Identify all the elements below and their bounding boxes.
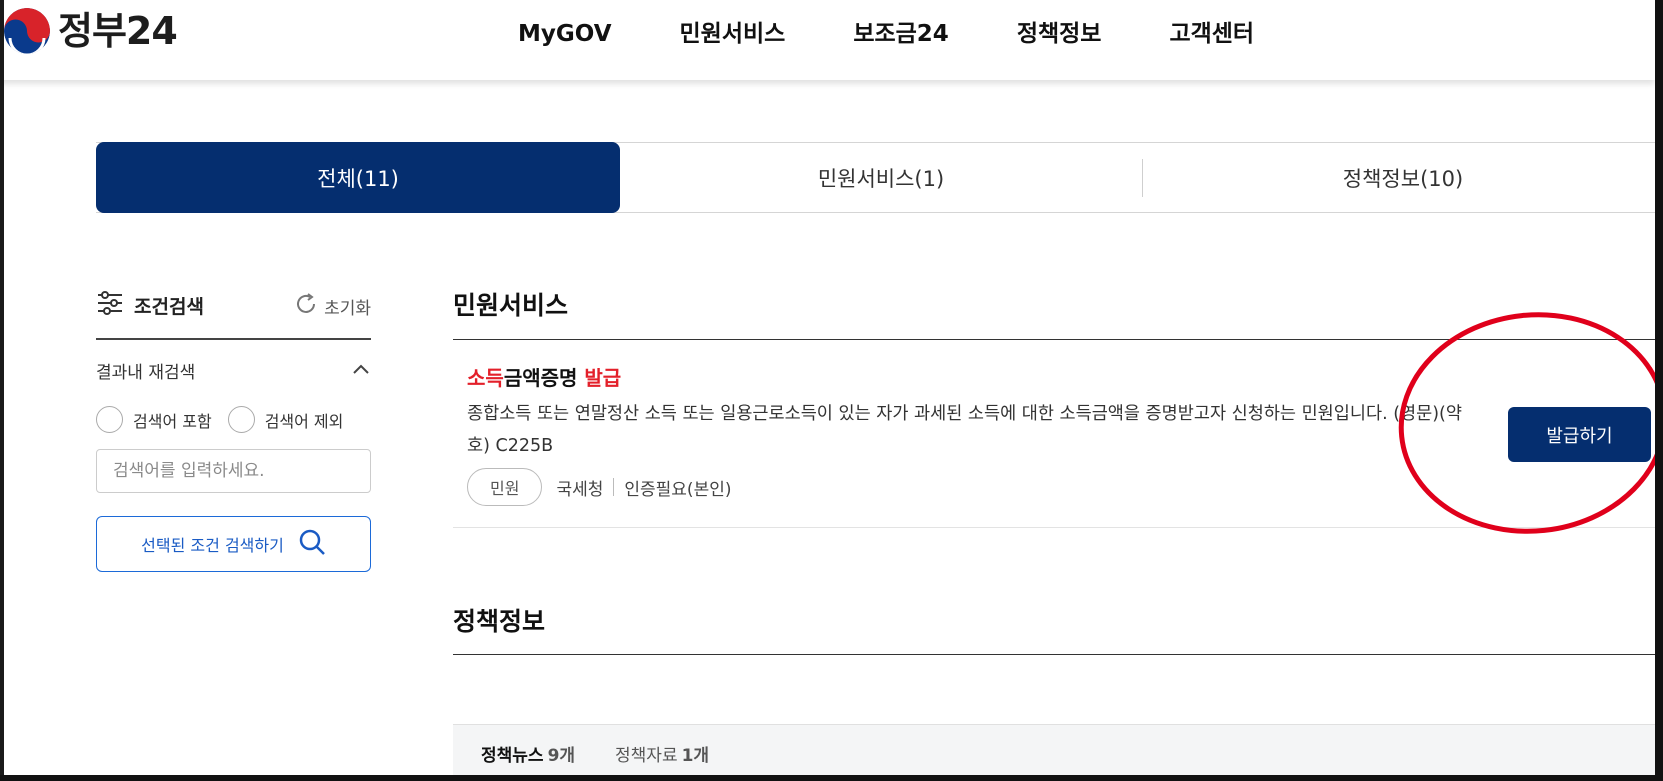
radio-include-label: 검색어 포함: [133, 411, 212, 431]
nav-subsidy24[interactable]: 보조금24: [853, 18, 949, 50]
result-category-tabs: 전체(11) 민원서비스(1) 정책정보(10): [96, 142, 1663, 213]
refresh-icon: [294, 292, 318, 321]
section-title-civil-service: 민원서비스: [453, 291, 569, 320]
window-edge-left: [0, 0, 4, 781]
reset-button[interactable]: 초기화: [294, 292, 371, 321]
nav-mygov[interactable]: MyGOV: [518, 18, 612, 50]
radio-exclude-label: 검색어 제외: [264, 411, 344, 431]
result-title-highlight-1: 소득: [467, 366, 504, 390]
research-input[interactable]: [96, 449, 371, 493]
taegeuk-logo-icon: [4, 8, 50, 54]
subtab-policy-materials-name: 정책자료: [615, 745, 678, 766]
subtab-policy-news[interactable]: 정책뉴스 9개: [481, 741, 575, 766]
radio-include[interactable]: 검색어 포함: [96, 406, 212, 433]
subtab-policy-news-count: 9개: [547, 745, 576, 766]
tab-all[interactable]: 전체(11): [96, 142, 620, 213]
subtab-policy-materials[interactable]: 정책자료 1개: [615, 741, 709, 766]
result-title-middle: 금액증명: [503, 366, 585, 390]
result-item: 소득금액증명 발급 종합소득 또는 연말정산 소득 또는 일용근로소득이 있는 …: [453, 340, 1663, 528]
result-title[interactable]: 소득금액증명 발급: [467, 362, 621, 391]
tab-policy-info[interactable]: 정책정보(10): [1142, 159, 1663, 197]
browser-viewport: 정부24 MyGOV 민원서비스 보조금24 정책정보 고객센터 전체(11) …: [0, 0, 1663, 781]
radio-exclude[interactable]: 검색어 제외: [227, 406, 344, 433]
research-toggle[interactable]: 결과내 재검색: [96, 358, 371, 383]
window-edge-right: [1655, 0, 1663, 781]
policy-subtabs: 정책뉴스 9개 정책자료 1개: [453, 724, 1658, 781]
meta-separator: [613, 478, 615, 496]
issue-button[interactable]: 발급하기: [1508, 407, 1651, 462]
result-auth-requirement: 인증필요(본인): [624, 479, 732, 500]
reset-label: 초기화: [324, 299, 371, 319]
tab-civil-service[interactable]: 민원서비스(1): [620, 143, 1142, 213]
nav-civil-service[interactable]: 민원서비스: [680, 18, 786, 50]
main-nav: MyGOV 민원서비스 보조금24 정책정보 고객센터: [518, 18, 1322, 50]
filter-title: 조건검색: [96, 290, 204, 320]
result-meta: 민원 국세청 인증필요(본인): [467, 468, 731, 506]
search-button-label: 선택된 조건 검색하기: [141, 536, 284, 555]
site-header: 정부24 MyGOV 민원서비스 보조금24 정책정보 고객센터: [0, 0, 1655, 80]
filter-title-label: 조건검색: [134, 295, 204, 318]
result-title-highlight-2: 발급: [584, 366, 622, 390]
site-logo[interactable]: 정부24: [4, 8, 178, 54]
result-organization: 국세청: [556, 479, 604, 500]
nav-customer-center[interactable]: 고객센터: [1169, 18, 1254, 50]
subtab-policy-news-name: 정책뉴스: [481, 745, 544, 766]
research-label: 결과내 재검색: [96, 363, 196, 383]
search-icon: [298, 528, 326, 560]
window-edge-bottom: [0, 775, 1663, 781]
nav-policy-info[interactable]: 정책정보: [1017, 18, 1102, 50]
section-divider-2: [453, 654, 1663, 655]
radio-exclude-circle[interactable]: [227, 406, 255, 433]
result-description: 종합소득 또는 연말정산 소득 또는 일용근로소득이 있는 자가 과세된 소득에…: [467, 404, 1462, 456]
chevron-up-icon: [351, 361, 371, 380]
sliders-icon: [96, 290, 124, 320]
subtab-policy-materials-count: 1개: [681, 745, 710, 766]
category-badge: 민원: [467, 468, 543, 506]
site-logo-text: 정부24: [58, 9, 178, 53]
radio-include-circle[interactable]: [96, 406, 123, 433]
filter-header: 조건검색 초기화: [96, 288, 371, 340]
search-selected-conditions-button[interactable]: 선택된 조건 검색하기: [96, 516, 371, 572]
section-title-policy-info: 정책정보: [453, 607, 546, 636]
search-mode-radios: 검색어 포함 검색어 제외: [96, 406, 359, 433]
